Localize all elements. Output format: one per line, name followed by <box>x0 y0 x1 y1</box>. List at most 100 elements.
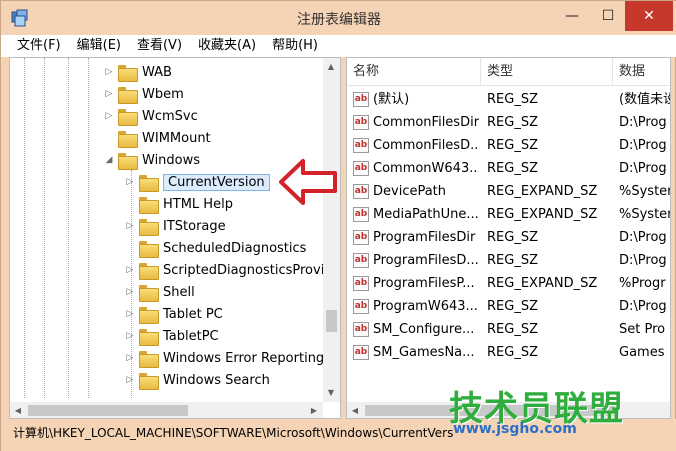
expand-arrow-icon[interactable]: ▷ <box>125 375 135 385</box>
list-item[interactable]: ab CommonFilesDir REG_SZ D:\Prog <box>347 111 670 134</box>
tree-item-itstorage[interactable]: ▷ ITStorage <box>125 215 226 237</box>
folder-icon <box>118 130 138 148</box>
value-type: REG_SZ <box>487 230 538 245</box>
title-bar: 注册表编辑器 — ☐ ✕ <box>1 1 676 35</box>
expand-arrow-icon[interactable]: ▷ <box>125 287 135 297</box>
minimize-button[interactable]: — <box>553 1 591 31</box>
list-item[interactable]: ab CommonFilesD... REG_SZ D:\Prog <box>347 134 670 157</box>
string-value-icon: ab <box>353 92 369 107</box>
tree-item-tablet-pc[interactable]: ▷ Tablet PC <box>125 303 223 325</box>
column-header-type[interactable]: 类型 <box>481 58 613 86</box>
tree-item-windows[interactable]: ◢ Windows <box>104 149 200 171</box>
list-item[interactable]: ab ProgramFilesD... REG_SZ D:\Prog <box>347 249 670 272</box>
expand-arrow-icon[interactable]: ▷ <box>104 67 114 77</box>
value-name: ProgramFilesP... <box>373 276 475 291</box>
expand-arrow-icon[interactable]: ▷ <box>125 353 135 363</box>
tree-item-shell[interactable]: ▷ Shell <box>125 281 195 303</box>
value-data: Set Pro <box>619 322 666 337</box>
scroll-right-arrow-icon[interactable]: ▶ <box>306 406 322 415</box>
scroll-left-arrow-icon[interactable]: ◀ <box>10 406 26 415</box>
menu-file[interactable]: 文件(F) <box>9 35 69 57</box>
expand-arrow-icon[interactable]: ▷ <box>125 309 135 319</box>
column-header-name[interactable]: 名称 <box>347 58 481 86</box>
tree-item-label: HTML Help <box>163 196 233 212</box>
list-item[interactable]: ab CommonW643... REG_SZ D:\Prog <box>347 157 670 180</box>
value-name: CommonFilesD... <box>373 138 479 153</box>
tree-item-label: TabletPC <box>163 328 219 344</box>
list-item[interactable]: ab MediaPathUne... REG_EXPAND_SZ %Syster <box>347 203 671 226</box>
list-header: 名称 类型 数据 <box>347 58 670 86</box>
tree-horizontal-scrollbar[interactable]: ◀ ▶ <box>10 402 323 418</box>
column-header-data[interactable]: 数据 <box>613 58 670 86</box>
tree-item-windows-error-reporting[interactable]: ▷ Windows Error Reporting <box>125 347 324 369</box>
value-type: REG_SZ <box>487 138 538 153</box>
scroll-thumb[interactable] <box>326 310 337 332</box>
string-value-icon: ab <box>353 299 369 314</box>
tree-item-currentversion[interactable]: ▷ CurrentVersion <box>125 171 270 193</box>
expand-arrow-icon[interactable]: ▷ <box>104 111 114 121</box>
value-type: REG_SZ <box>487 253 538 268</box>
tree-item-label: ScriptedDiagnosticsProvi <box>163 262 325 278</box>
string-value-icon: ab <box>353 345 369 360</box>
tree-item-label: WAB <box>142 64 172 80</box>
tree-item-wbem[interactable]: ▷ Wbem <box>104 83 184 105</box>
tree-item-label: ITStorage <box>163 218 226 234</box>
scroll-left-arrow-icon[interactable]: ◀ <box>347 406 363 415</box>
tree-guide-line <box>24 58 25 398</box>
value-name: CommonW643... <box>373 161 479 176</box>
list-item[interactable]: ab ProgramFilesDir REG_SZ D:\Prog <box>347 226 670 249</box>
menu-edit[interactable]: 编辑(E) <box>69 35 129 57</box>
list-item[interactable]: ab ProgramW643... REG_SZ D:\Prog <box>347 295 670 318</box>
tree-item-wab[interactable]: ▷ WAB <box>104 61 172 83</box>
value-type: REG_SZ <box>487 345 538 360</box>
scroll-up-arrow-icon[interactable]: ▲ <box>323 62 339 71</box>
tree-item-label: Windows Error Reporting <box>163 350 325 366</box>
values-list-pane[interactable]: 名称 类型 数据 ab (默认) REG_SZ (数值未设 ab CommonF… <box>346 57 671 419</box>
menu-favorites[interactable]: 收藏夹(A) <box>190 35 264 57</box>
tree-item-windows-search[interactable]: ▷ Windows Search <box>125 369 270 391</box>
string-value-icon: ab <box>353 207 369 222</box>
value-type: REG_EXPAND_SZ <box>487 276 598 291</box>
menu-bar: 文件(F) 编辑(E) 查看(V) 收藏夹(A) 帮助(H) <box>1 35 676 57</box>
scroll-down-arrow-icon[interactable]: ▼ <box>323 388 339 397</box>
string-value-icon: ab <box>353 138 369 153</box>
value-data: %Syster <box>619 207 671 222</box>
value-type: REG_EXPAND_SZ <box>487 207 598 222</box>
tree-item-wimmount[interactable]: WIMMount <box>104 127 211 149</box>
tree-item-tabletpc[interactable]: ▷ TabletPC <box>125 325 219 347</box>
list-item[interactable]: ab SM_Configure... REG_SZ Set Pro <box>347 318 670 341</box>
value-data: %Syster <box>619 184 671 199</box>
value-data: D:\Prog <box>619 115 667 130</box>
expand-arrow-icon[interactable]: ▷ <box>125 221 135 231</box>
tree-item-wcmsvc[interactable]: ▷ WcmSvc <box>104 105 198 127</box>
menu-help[interactable]: 帮助(H) <box>264 35 326 57</box>
close-button[interactable]: ✕ <box>625 1 673 31</box>
menu-view[interactable]: 查看(V) <box>129 35 190 57</box>
expand-arrow-icon[interactable]: ▷ <box>125 177 135 187</box>
expand-arrow-icon[interactable]: ▷ <box>125 265 135 275</box>
folder-icon <box>139 328 159 346</box>
list-item[interactable]: ab DevicePath REG_EXPAND_SZ %Syster <box>347 180 671 203</box>
key-tree-pane[interactable]: ▷ WAB ▷ Wbem ▷ WcmSvc WIMMount ◢ Windows… <box>9 57 341 419</box>
scroll-thumb[interactable] <box>28 405 188 416</box>
value-data: D:\Prog <box>619 253 667 268</box>
tree-vertical-scrollbar[interactable]: ▲ ▼ <box>323 58 340 402</box>
list-item[interactable]: ab SM_GamesNa... REG_SZ Games <box>347 341 670 364</box>
maximize-button[interactable]: ☐ <box>591 1 625 31</box>
string-value-icon: ab <box>353 184 369 199</box>
tree-item-label: Tablet PC <box>163 306 223 322</box>
tree-item-scheduleddiagnostics[interactable]: ScheduledDiagnostics <box>125 237 306 259</box>
tree-guide-line <box>88 58 89 398</box>
list-item[interactable]: ab ProgramFilesP... REG_EXPAND_SZ %Progr <box>347 272 670 295</box>
expand-arrow-icon[interactable]: ▷ <box>125 331 135 341</box>
tree-item-html-help[interactable]: HTML Help <box>125 193 233 215</box>
string-value-icon: ab <box>353 322 369 337</box>
list-item[interactable]: ab (默认) REG_SZ (数值未设 <box>347 88 670 111</box>
string-value-icon: ab <box>353 276 369 291</box>
value-name: SM_GamesNa... <box>373 345 475 360</box>
collapse-arrow-icon[interactable]: ◢ <box>104 155 114 165</box>
value-type: REG_SZ <box>487 161 538 176</box>
expand-arrow-icon[interactable]: ▷ <box>104 89 114 99</box>
tree-item-scripteddiagnosticsprovi[interactable]: ▷ ScriptedDiagnosticsProvi <box>125 259 324 281</box>
value-data: D:\Prog <box>619 230 667 245</box>
